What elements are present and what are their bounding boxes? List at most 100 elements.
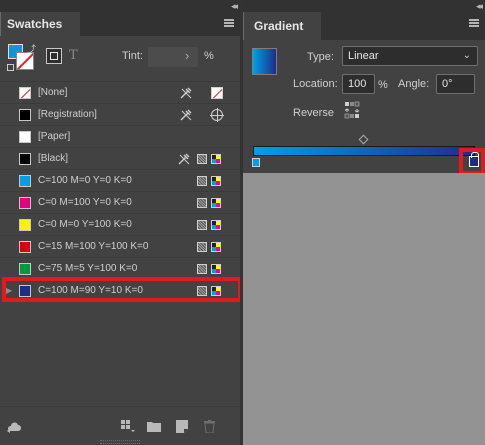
swatch-chip [19,175,31,187]
swatch-name: [None] [38,87,68,98]
formatting-affects-container-button[interactable] [46,48,62,64]
swatch-row[interactable]: C=100 M=0 Y=0 K=0 [0,170,240,192]
swatch-name: [Black] [38,153,69,164]
swatch-name: [Paper] [38,131,71,142]
gradient-tab-bar: Gradient [243,12,485,40]
tint-input[interactable] [148,47,198,67]
cmyk-mode-icon [211,176,221,186]
angle-input[interactable]: 0° [436,74,475,94]
swatch-name: C=100 M=0 Y=0 K=0 [38,175,132,186]
process-color-icon [197,286,207,296]
cmyk-mode-icon [211,198,221,208]
swatches-panel: ◂◂ Swatches ⤴ T Tint: › % [None] [Regist… [0,0,242,445]
gradient-type-select[interactable]: Linear ⌄ [342,46,478,66]
panel-menu-icon[interactable] [469,19,479,28]
swatch-row[interactable]: [Paper] [0,126,240,148]
chevron-down-icon: ⌄ [462,50,471,61]
swatch-name: C=0 M=0 Y=100 K=0 [38,219,132,230]
container-icon [50,52,58,60]
process-color-icon [197,154,207,164]
swatch-row[interactable]: C=15 M=100 Y=100 K=0 [0,236,240,258]
process-color-icon [197,220,207,230]
process-color-icon [197,242,207,252]
swatches-footer [0,406,240,445]
swatch-row-selected[interactable]: ▶ C=100 M=90 Y=10 K=0 [0,280,240,302]
tab-swatches-label: Swatches [7,17,63,31]
reverse-label: Reverse [293,107,334,119]
empty-panel-area [243,173,485,445]
swatch-chip [19,219,31,231]
formatting-affects-text-button[interactable]: T [69,48,78,64]
tint-percent-label: % [204,50,214,62]
gradient-panel: ◂◂ Gradient Type: Linear ⌄ Location: 100… [243,0,485,175]
swatch-name: C=15 M=100 Y=100 K=0 [38,241,149,252]
delete-swatch-icon[interactable] [204,420,215,433]
panel-resize-grip[interactable] [100,440,140,444]
swatches-tab-bar: Swatches [0,12,240,36]
swatch-row[interactable]: C=0 M=100 Y=0 K=0 [0,192,240,214]
new-swatch-icon[interactable] [176,420,188,433]
cmyk-mode-icon [211,154,221,164]
tab-swatches[interactable]: Swatches [0,12,80,36]
swatch-name: C=100 M=90 Y=10 K=0 [38,285,143,296]
tab-gradient-label: Gradient [254,19,304,33]
type-label: Type: [307,51,334,63]
swatch-chip [19,131,31,143]
swatch-name: C=75 M=5 Y=100 K=0 [38,263,138,274]
cmyk-mode-icon [211,220,221,230]
tint-label: Tint: [122,50,143,62]
cannot-edit-icon [180,87,192,99]
swap-fill-stroke-icon[interactable]: ⤴ [27,42,36,55]
swatch-name: [Registration] [38,109,97,120]
collapse-icon[interactable]: ◂◂ [476,0,483,12]
swatch-chip [19,197,31,209]
collapse-icon[interactable]: ◂◂ [231,0,238,12]
registration-icon [210,108,224,122]
swatch-row[interactable]: C=75 M=5 Y=100 K=0 [0,258,240,280]
panel-collapse-bar[interactable]: ◂◂ [0,0,240,12]
tab-gradient[interactable]: Gradient [243,12,321,40]
swatch-chip [19,285,31,297]
default-fill-stroke-icon[interactable] [7,64,14,71]
process-color-icon [197,264,207,274]
expand-arrow-icon[interactable]: ▶ [6,280,12,302]
cmyk-mode-icon [211,286,221,296]
swatch-row[interactable]: [Black] [0,148,240,170]
swatch-chip [19,109,31,121]
swatch-row[interactable]: C=0 M=0 Y=100 K=0 [0,214,240,236]
cannot-edit-icon [178,153,190,165]
gradient-ramp[interactable] [253,146,475,156]
process-color-icon [197,198,207,208]
location-label: Location: [293,78,338,90]
new-color-group-icon[interactable] [147,420,161,432]
panel-collapse-bar[interactable]: ◂◂ [243,0,485,12]
process-color-icon [197,176,207,186]
swatch-chip [19,241,31,253]
swatch-row[interactable]: [Registration] [0,104,240,126]
location-percent-label: % [378,79,388,91]
panel-menu-icon[interactable] [224,19,234,28]
cc-libraries-icon[interactable] [6,420,24,433]
location-input[interactable]: 100 [342,74,375,94]
swatches-controls: ⤴ T Tint: › % [0,36,240,82]
swatch-row[interactable]: [None] [0,82,240,104]
swatch-list: [None] [Registration] [Paper] [Black] C=… [0,82,240,302]
gradient-type-value: Linear [348,50,379,62]
cannot-edit-icon [180,109,192,121]
swatch-name: C=0 M=100 Y=0 K=0 [38,197,132,208]
none-swatch-icon [211,87,223,99]
cmyk-mode-icon [211,264,221,274]
app-window: ◂◂ Swatches ⤴ T Tint: › % [None] [Regist… [0,0,485,445]
reverse-gradient-icon[interactable] [344,101,362,119]
gradient-stop-highlight [459,148,485,175]
angle-label: Angle: [398,78,430,90]
gradient-midpoint-diamond[interactable] [358,134,369,145]
cmyk-mode-icon [211,242,221,252]
swatch-chip [19,87,31,99]
swatch-chip [19,263,31,275]
tint-slider-arrow-icon[interactable]: › [185,47,189,65]
swatch-views-icon[interactable] [121,420,135,433]
swatch-chip [19,153,31,165]
gradient-stop-start[interactable] [252,158,260,167]
gradient-preview-swatch[interactable] [252,48,277,75]
